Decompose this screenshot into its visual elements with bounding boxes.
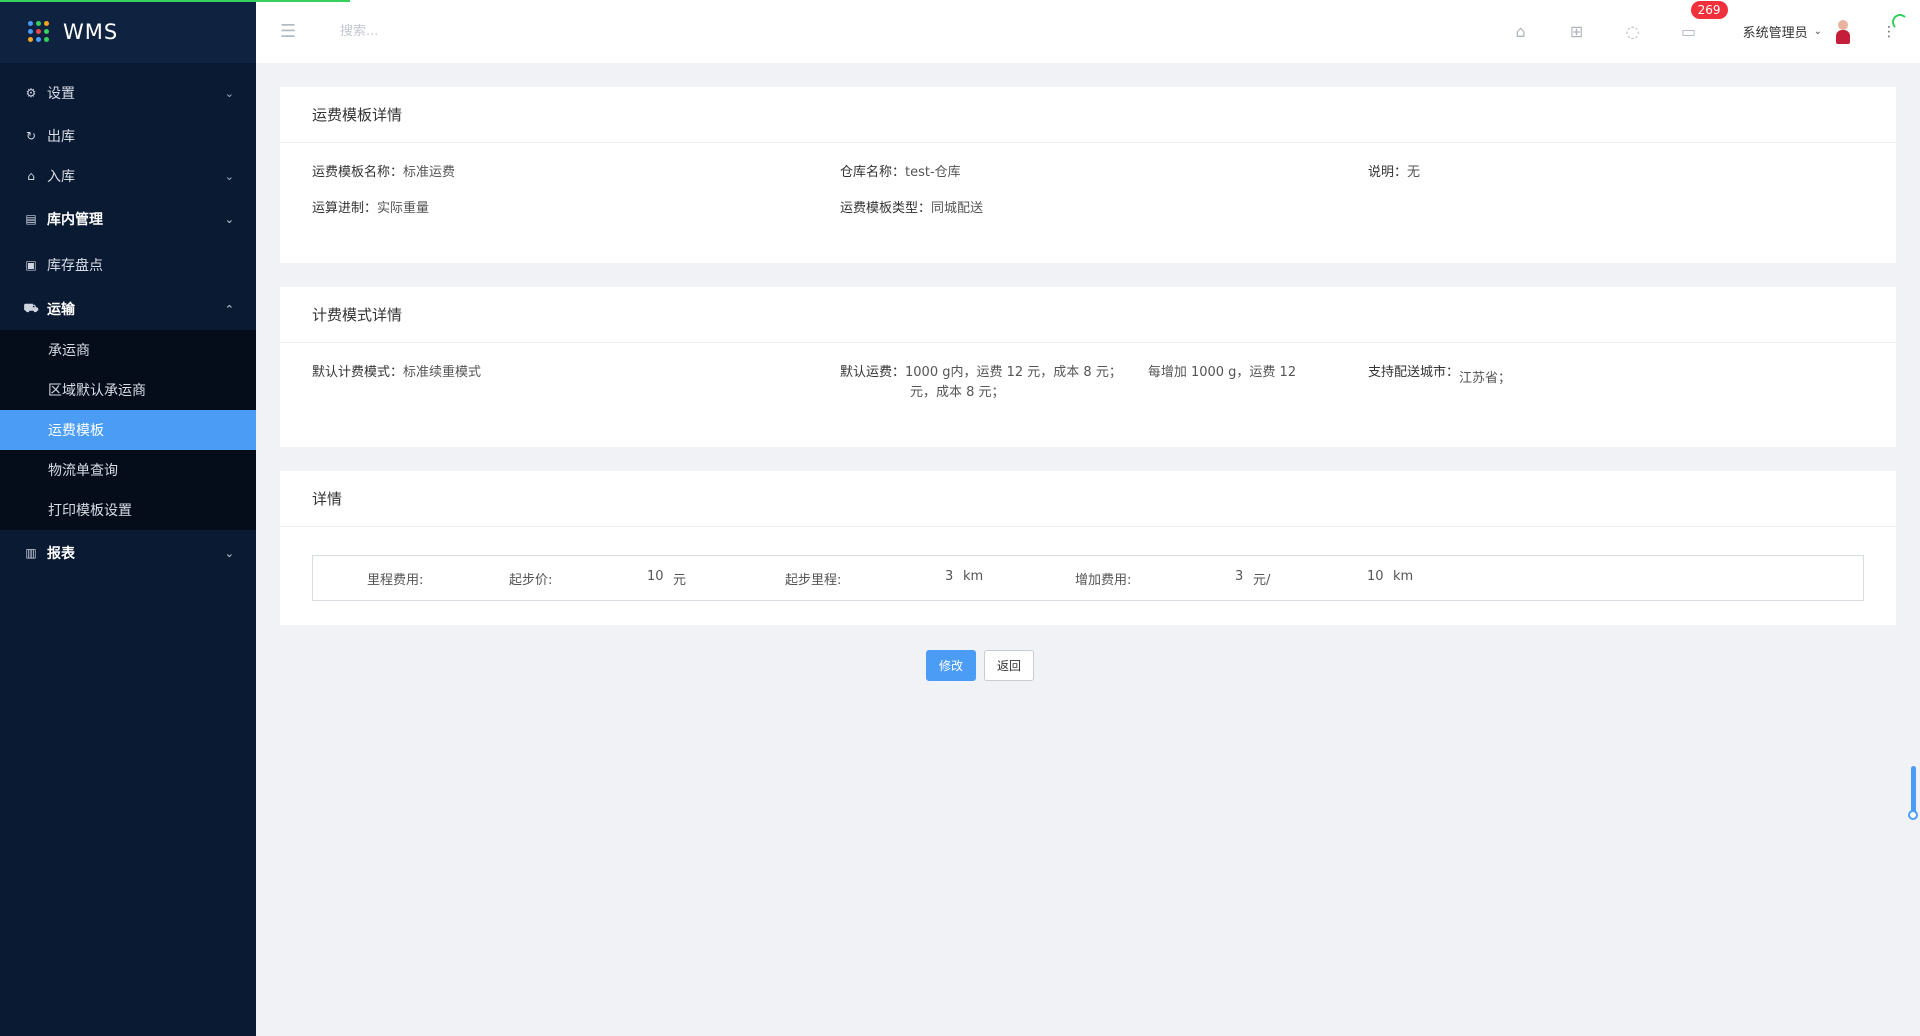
sidebar-item-settings[interactable]: ⚙ 设置 ⌄ [0,70,256,116]
submenu-item-regional-carrier[interactable]: 区域默认承运商 [0,370,256,410]
billing-mode-detail-card: 计费模式详情 默认计费模式：标准续重模式 默认运费：1000 g内，运费 12 … [280,287,1896,447]
top-header: ☰ ⌂ ⊞ ◌ ▭ 269 系统管理员 ⌄ ⋮ [256,0,1920,63]
user-name: 系统管理员 [1742,26,1808,41]
card-title: 计费模式详情 [280,287,1896,343]
submenu-item-waybill-query[interactable]: 物流单查询 [0,450,256,490]
header-actions: ⌂ ⊞ ◌ ▭ 269 系统管理员 ⌄ ⋮ [1493,0,1896,63]
sidebar-item-label: 入库 [47,169,75,185]
description-field: 说明：无 [1368,165,1421,180]
default-fee-field: 默认运费：1000 g内，运费 12 元，成本 8 元； 每增加 1000 g，运… [840,365,1297,400]
mileage-fee-label: 里程费用: [367,573,424,588]
chevron-down-icon: ⌄ [224,169,234,183]
chevron-down-icon: ⌄ [224,86,234,100]
start-km-value: 3 [945,569,954,584]
truck-icon: ⛟ [23,301,39,315]
bell-icon[interactable]: ◌ [1605,22,1661,41]
archive-icon: ▤ [25,212,37,226]
menu-toggle-icon[interactable]: ☰ [280,21,300,42]
sidebar-item-inbound[interactable]: ⌂ 入库 ⌄ [0,156,256,196]
bar-chart-icon: ▥ [25,546,37,560]
add-fee-label: 增加费用: [1075,573,1132,588]
start-km-unit: km [963,569,984,584]
template-type-field: 运费模板类型：同城配送 [840,201,984,216]
refresh-icon: ↻ [25,129,37,143]
default-billing-mode-field: 默认计费模式：标准续重模式 [312,365,482,380]
submenu-item-carrier[interactable]: 承运商 [0,330,256,370]
avatar[interactable] [1836,19,1850,44]
sidebar-item-label: 报表 [47,546,75,562]
main-content: 运费模板详情 运费模板名称：标准运费 仓库名称：test-仓库 说明：无 运算进… [256,63,1920,1036]
chevron-down-icon: ⌄ [1813,26,1822,37]
edit-button[interactable]: 修改 [926,650,976,681]
loading-spinner-icon [1892,14,1908,30]
card-title: 运费模板详情 [280,87,1896,143]
start-km-label: 起步里程: [785,573,842,588]
start-price-unit: 元 [673,573,687,588]
delivery-cities-field: 支持配送城市：江苏省； [1368,365,1512,386]
sidebar-item-warehouse-management[interactable]: ▤ 库内管理 ⌄ [0,196,256,242]
sidebar-item-stocktaking[interactable]: ▣ 库存盘点 [0,242,256,288]
chevron-down-icon: ⌄ [224,546,234,560]
sidebar-item-label: 库存盘点 [47,258,103,274]
apps-grid-icon [28,21,49,42]
template-name-field: 运费模板名称：标准运费 [312,165,456,180]
submenu-item-print-template[interactable]: 打印模板设置 [0,490,256,530]
sidebar-item-label: 出库 [47,129,75,145]
scroll-knob[interactable] [1908,810,1918,820]
loading-progress-bar [0,0,350,2]
app-title: WMS [63,19,119,44]
freight-template-detail-card: 运费模板详情 运费模板名称：标准运费 仓库名称：test-仓库 说明：无 运算进… [280,87,1896,263]
logo[interactable]: WMS [0,0,256,63]
sidebar-item-label: 设置 [47,86,75,102]
add-km-value: 10 [1367,569,1384,584]
sidebar: WMS ⚙ 设置 ⌄ ↻ 出库 ⌂ 入库 ⌄ ▤ 库内管理 ⌄ ▣ 库存盘点 ⛟… [0,0,256,1036]
sidebar-menu: ⚙ 设置 ⌄ ↻ 出库 ⌂ 入库 ⌄ ▤ 库内管理 ⌄ ▣ 库存盘点 ⛟ 运输 … [0,63,256,576]
calculation-mode-field: 运算进制：实际重量 [312,201,430,216]
start-price-label: 起步价: [509,573,553,588]
detail-card: 详情 里程费用: 起步价: 10 元 起步里程: 3 km 增加费用: 3 元/… [280,471,1896,625]
sidebar-item-transport[interactable]: ⛟ 运输 ⌃ [0,288,256,330]
sidebar-item-reports[interactable]: ▥ 报表 ⌄ [0,530,256,576]
user-menu[interactable]: 系统管理员 ⌄ [1742,19,1850,44]
notification-badge: 269 [1690,1,1728,19]
submenu-item-freight-template[interactable]: 运费模板 [0,410,256,450]
chevron-down-icon: ⌄ [224,212,234,226]
card-title: 详情 [280,471,1896,527]
start-price-value: 10 [647,569,664,584]
warehouse-name-field: 仓库名称：test-仓库 [840,165,961,180]
add-km-unit: km [1393,569,1414,584]
home-icon: ⌂ [27,169,35,183]
chevron-up-icon: ⌃ [224,302,234,316]
add-fee-unit: 元/ [1253,573,1271,588]
sidebar-item-label: 运输 [47,302,75,318]
home-icon[interactable]: ⌂ [1493,22,1549,41]
add-fee-value: 3 [1235,569,1244,584]
back-button[interactable]: 返回 [984,650,1034,681]
sidebar-item-label: 库内管理 [47,212,103,228]
sidebar-item-outbound[interactable]: ↻ 出库 [0,116,256,156]
gear-icon: ⚙ [25,86,37,100]
mileage-fee-row: 里程费用: 起步价: 10 元 起步里程: 3 km 增加费用: 3 元/ 10… [312,555,1864,601]
search-input[interactable] [340,24,540,39]
transport-submenu: 承运商 区域默认承运商 运费模板 物流单查询 打印模板设置 [0,330,256,530]
grid-icon[interactable]: ⊞ [1549,22,1605,41]
clipboard-icon: ▣ [25,258,37,272]
message-icon[interactable]: ▭ 269 [1661,1,1728,41]
